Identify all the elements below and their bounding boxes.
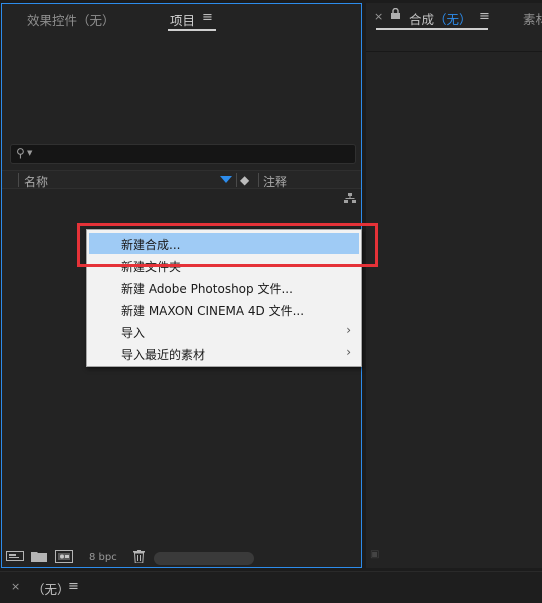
panel-menu-icon[interactable]: ≡	[479, 9, 490, 24]
label-tag-icon[interactable]: ◆	[240, 173, 249, 187]
chevron-down-icon[interactable]: ▼	[27, 149, 32, 157]
project-bottom-toolbar: 8 bpc	[2, 549, 361, 567]
tab-effects-controls[interactable]: 效果控件（无）	[27, 10, 115, 29]
panel-menu-icon[interactable]: ≡	[68, 579, 79, 594]
submenu-arrow-icon: ›	[346, 323, 351, 337]
menu-item-new-photoshop-file[interactable]: 新建 Adobe Photoshop 文件...	[89, 277, 359, 298]
column-name-header[interactable]: 名称	[24, 173, 48, 190]
menu-item-import[interactable]: 导入 ›	[89, 321, 359, 342]
close-icon[interactable]: ×	[11, 580, 20, 593]
tab-project[interactable]: 项目	[170, 10, 195, 29]
trash-icon[interactable]	[133, 550, 145, 566]
column-comment-header[interactable]: 注释	[263, 173, 287, 190]
tab-composition[interactable]: 合成（无）	[409, 9, 472, 28]
tab-timeline[interactable]: （无）	[32, 579, 70, 598]
submenu-arrow-icon: ›	[346, 345, 351, 359]
menu-item-new-cinema4d-file[interactable]: 新建 MAXON CINEMA 4D 文件...	[89, 299, 359, 320]
menu-item-label: 导入	[121, 326, 146, 340]
new-composition-icon[interactable]	[55, 550, 73, 566]
active-tab-underline	[168, 29, 216, 31]
lock-icon[interactable]	[391, 7, 400, 22]
timeline-panel: × （无） ≡	[0, 571, 542, 603]
menu-item-label: 新建 MAXON CINEMA 4D 文件...	[121, 304, 305, 318]
composition-tab-name: （无）	[434, 12, 472, 27]
search-input[interactable]: ⚲ ▼	[10, 144, 356, 164]
horizontal-scrollbar[interactable]	[154, 552, 254, 565]
menu-item-label: 新建 Adobe Photoshop 文件...	[121, 282, 293, 296]
folder-icon[interactable]	[31, 550, 47, 565]
column-divider[interactable]	[236, 173, 237, 187]
resize-grip-icon[interactable]: ▣	[370, 549, 379, 560]
panel-menu-icon[interactable]: ≡	[202, 10, 213, 25]
active-tab-underline	[376, 28, 488, 30]
tab-footage[interactable]: 素材	[523, 9, 542, 28]
composition-tab-label: 合成	[409, 12, 435, 27]
column-header: 名称 ◆ 注释	[2, 170, 361, 189]
search-icon: ⚲	[16, 146, 25, 160]
column-divider[interactable]	[258, 173, 259, 187]
composition-panel: × 合成（无） ≡ 素材	[366, 3, 542, 568]
bit-depth-label[interactable]: 8 bpc	[89, 552, 117, 563]
sort-arrow-icon[interactable]	[220, 176, 232, 183]
close-icon[interactable]: ×	[374, 10, 383, 23]
flowchart-icon[interactable]	[344, 193, 356, 207]
annotation-highlight-box	[77, 223, 378, 267]
menu-item-label: 导入最近的素材	[121, 348, 206, 362]
panel-divider	[366, 51, 542, 52]
interpret-footage-icon[interactable]	[6, 550, 24, 565]
project-tabbar: 效果控件（无） 项目 ≡	[2, 4, 361, 32]
menu-item-import-recent-footage[interactable]: 导入最近的素材 ›	[89, 343, 359, 364]
column-divider[interactable]	[18, 173, 19, 187]
